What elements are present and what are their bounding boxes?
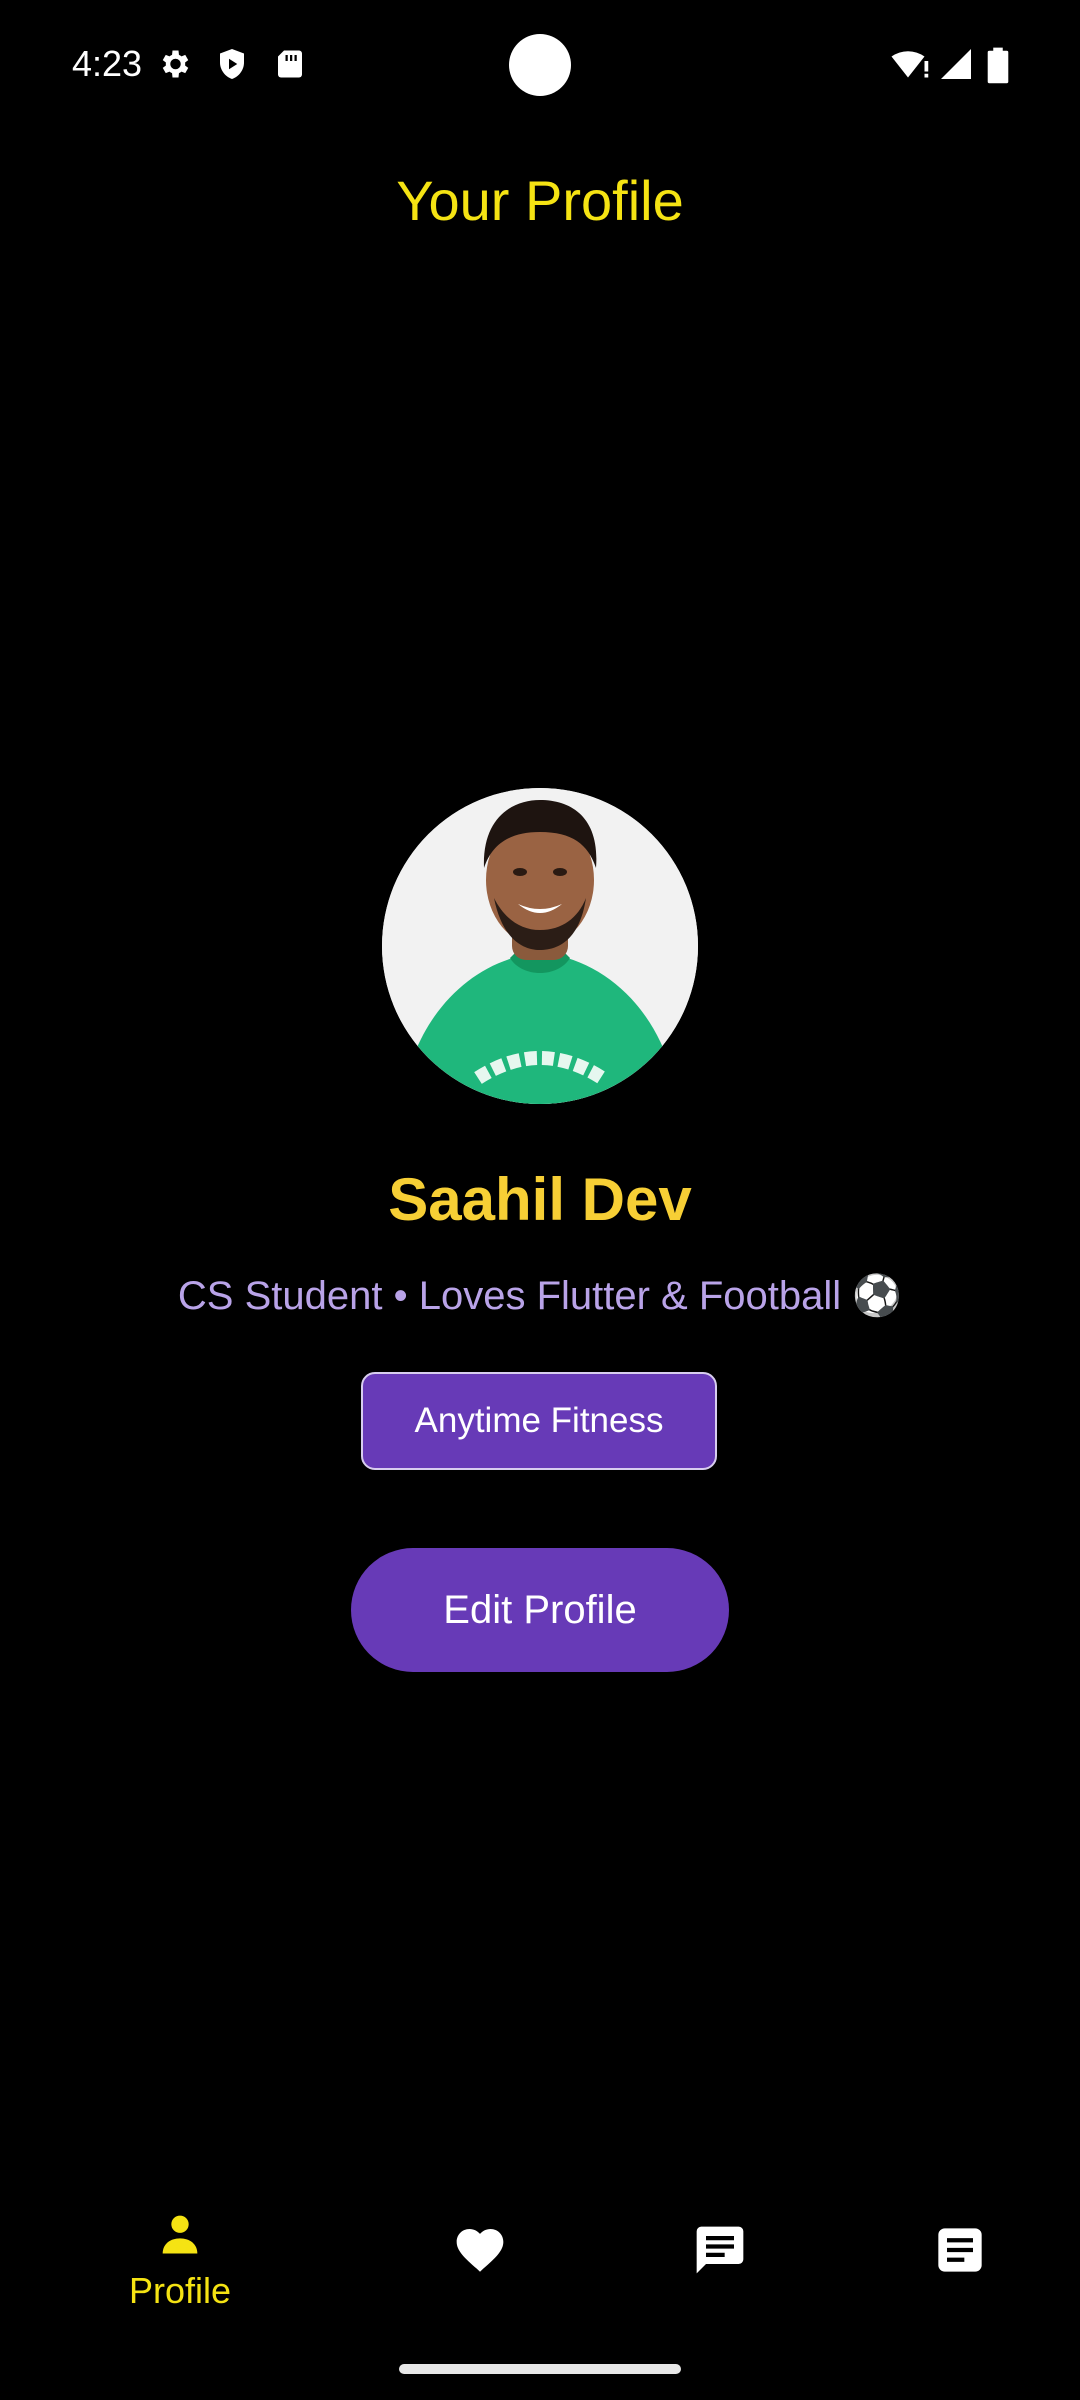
status-time: 4:23 xyxy=(72,43,143,84)
bottom-nav: Profile xyxy=(0,2180,1080,2330)
profile-name: Saahil Dev xyxy=(388,1166,692,1233)
battery-icon xyxy=(986,46,1010,84)
gear-icon xyxy=(156,46,192,82)
status-bar: 4:23 xyxy=(0,0,1080,132)
gym-badge-label: Anytime Fitness xyxy=(414,1401,664,1440)
home-indicator[interactable] xyxy=(399,2364,681,2374)
nav-label-profile: Profile xyxy=(128,2270,232,2311)
edit-profile-button[interactable]: Edit Profile xyxy=(351,1548,729,1672)
sd-card-icon xyxy=(272,46,308,82)
camera-cutout xyxy=(509,34,571,96)
avatar[interactable] xyxy=(382,788,698,1104)
cell-signal-icon xyxy=(938,46,974,82)
profile-photo xyxy=(382,788,698,1104)
nav-item-messages[interactable] xyxy=(600,2180,840,2330)
nav-item-profile[interactable]: Profile xyxy=(60,2180,300,2330)
nav-item-notes[interactable] xyxy=(840,2180,1080,2330)
page-title: Your Profile xyxy=(396,169,684,232)
heart-icon xyxy=(456,2229,504,2272)
profile-bio: CS Student • Loves Flutter & Football ⚽ xyxy=(177,1274,903,1318)
wifi-alert-icon xyxy=(890,46,932,82)
notes-icon xyxy=(938,2228,982,2272)
nav-item-favorites[interactable] xyxy=(360,2180,600,2330)
shield-play-icon xyxy=(214,46,250,82)
edit-profile-label: Edit Profile xyxy=(443,1587,637,1632)
person-icon xyxy=(162,2215,198,2254)
gym-badge[interactable]: Anytime Fitness xyxy=(361,1372,717,1470)
chat-icon xyxy=(696,2226,744,2274)
